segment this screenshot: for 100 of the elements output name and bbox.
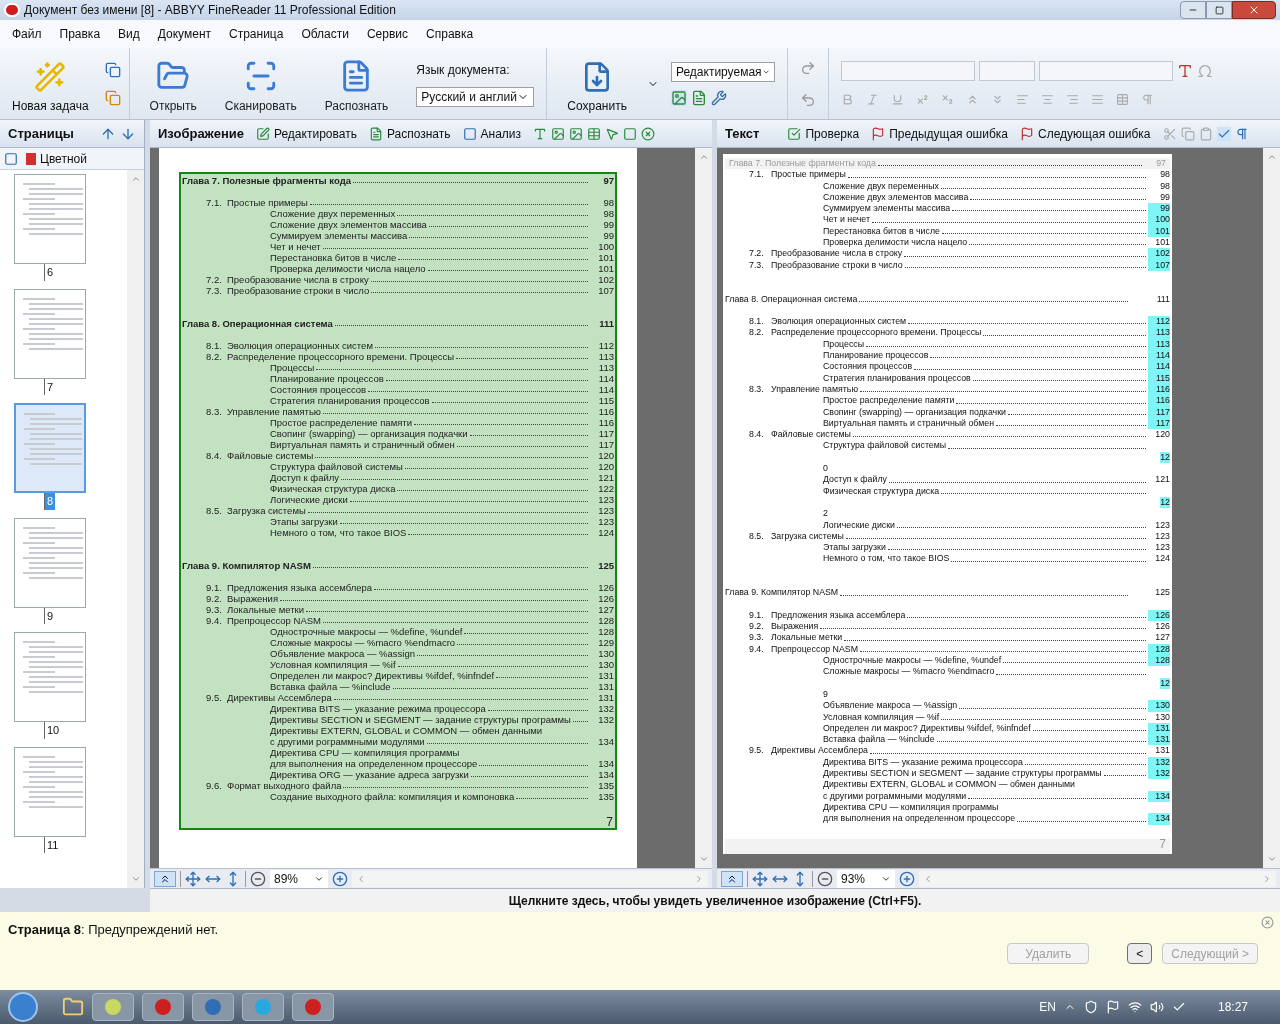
minimize-button[interactable] <box>1180 1 1206 19</box>
table-icon[interactable] <box>1115 93 1129 106</box>
taskbar-app-icon[interactable] <box>242 993 284 1021</box>
image-view-icon[interactable] <box>670 89 687 106</box>
superscript-icon[interactable] <box>915 93 929 106</box>
subsection-title: Директивы EXTERN, GLOBAL и COMMON — обмен данными <box>270 725 543 736</box>
warning-nav-button[interactable]: < <box>1127 943 1153 964</box>
page-thumbnail[interactable] <box>14 746 86 837</box>
panel-action-button[interactable]: Анализ <box>462 124 521 143</box>
open-button[interactable]: Открыть <box>141 52 205 115</box>
picture-area-icon[interactable] <box>551 126 565 141</box>
copy-icon[interactable] <box>104 61 121 78</box>
menu-item[interactable]: Сервис <box>366 25 409 43</box>
menu-item[interactable]: Страница <box>229 25 284 43</box>
paragraph-icon[interactable] <box>1234 126 1249 141</box>
page-number: 130 <box>1148 700 1170 712</box>
zoom-select[interactable]: 93% <box>837 869 895 888</box>
select-area-icon[interactable] <box>623 126 637 141</box>
menu-item[interactable]: Справка <box>426 25 474 43</box>
close-button[interactable] <box>1232 1 1276 19</box>
italic-icon[interactable] <box>865 93 879 106</box>
menu-item[interactable]: Правка <box>59 25 101 43</box>
language-select[interactable]: Русский и англий <box>416 86 535 107</box>
volume-icon[interactable] <box>1149 1000 1164 1014</box>
page-thumbnail[interactable] <box>14 174 86 264</box>
text-area-icon[interactable] <box>533 126 547 141</box>
zoom-select[interactable]: 89% <box>270 869 328 888</box>
menu-item[interactable]: Документ <box>157 25 211 43</box>
pages-icon[interactable] <box>104 89 121 106</box>
save-button[interactable]: Сохранить <box>559 52 635 115</box>
folder-icon[interactable] <box>62 996 84 1018</box>
section-number: 8.5. <box>206 505 223 516</box>
cut-icon[interactable] <box>1162 126 1177 141</box>
start-button[interactable] <box>8 992 38 1022</box>
subsection-title: Этапы загрузки <box>270 516 338 527</box>
zoom-in-icon[interactable] <box>332 870 348 887</box>
delete-area-icon[interactable] <box>641 126 655 141</box>
panel-action-button[interactable]: Предыдущая ошибка <box>871 124 1008 143</box>
subscript-icon[interactable] <box>940 93 954 106</box>
page-thumbnail[interactable] <box>14 403 86 493</box>
mode-select[interactable]: Редактируемая <box>670 61 775 82</box>
network-icon[interactable] <box>1127 1000 1142 1014</box>
collapse-button[interactable] <box>154 870 176 887</box>
zoom-hint-bar[interactable]: Щелкните здесь, чтобы увидеть увеличенное изображение (Ctrl+F5). <box>150 888 1280 912</box>
shield-icon[interactable] <box>1083 1000 1098 1014</box>
page-thumbnail[interactable] <box>14 632 86 722</box>
zoom-out-icon[interactable] <box>817 870 833 887</box>
copy-icon[interactable] <box>1180 126 1195 141</box>
page-number: 132 <box>1148 768 1170 780</box>
redo-icon[interactable] <box>799 59 816 76</box>
paste-icon[interactable] <box>1198 126 1213 141</box>
align-left-icon[interactable] <box>1015 93 1029 106</box>
panel-action-button[interactable]: Проверка <box>787 124 860 143</box>
taskbar-app-icon[interactable] <box>292 993 334 1021</box>
undo-icon[interactable] <box>799 91 816 108</box>
clock[interactable]: 18:27 <box>1217 998 1248 1016</box>
taskbar-app-icon[interactable] <box>192 993 234 1021</box>
vertical-scrollbar[interactable] <box>695 148 712 868</box>
menu-item[interactable]: Области <box>301 25 349 43</box>
justify-icon[interactable] <box>1090 93 1104 106</box>
background-area-icon[interactable] <box>569 126 583 141</box>
collapse-button[interactable] <box>721 870 743 887</box>
table-area-icon[interactable] <box>587 126 601 141</box>
text-view-icon[interactable] <box>690 89 707 106</box>
close-icon[interactable] <box>1261 916 1274 929</box>
zoom-out-icon[interactable] <box>250 870 266 887</box>
panel-action-button[interactable]: Распознать <box>368 124 451 143</box>
menu-item[interactable]: Вид <box>118 25 140 43</box>
highlight-icon[interactable] <box>1216 126 1231 141</box>
pointer-icon[interactable] <box>605 126 619 141</box>
vertical-scrollbar[interactable] <box>1263 148 1280 868</box>
language-indicator[interactable]: EN <box>1039 998 1056 1016</box>
page-view-icon[interactable] <box>4 151 18 166</box>
new-task-button[interactable]: Новая задача <box>8 52 93 115</box>
font-size-select[interactable] <box>978 61 1035 81</box>
align-right-icon[interactable] <box>1065 93 1079 106</box>
scan-button[interactable]: Сканировать <box>216 52 305 115</box>
horizontal-scrollbar[interactable] <box>352 870 708 887</box>
underline-icon[interactable] <box>890 93 904 106</box>
align-center-icon[interactable] <box>1040 93 1054 106</box>
recognition-area[interactable] <box>179 172 617 830</box>
check-icon[interactable] <box>1171 1000 1186 1014</box>
recognize-button[interactable]: Распознать <box>316 52 397 115</box>
zoom-in-icon[interactable] <box>899 870 915 887</box>
settings-icon[interactable] <box>710 89 727 106</box>
page-thumbnail[interactable] <box>14 517 86 608</box>
taskbar-app-icon[interactable] <box>142 993 184 1021</box>
flag-icon[interactable] <box>1105 1000 1120 1014</box>
text-color-icon[interactable] <box>1176 63 1193 79</box>
style-select[interactable] <box>840 61 975 81</box>
panel-action-button[interactable]: Редактировать <box>256 124 357 143</box>
maximize-button[interactable] <box>1206 1 1232 19</box>
fit-page-icon[interactable] <box>752 870 768 887</box>
vertical-scrollbar[interactable] <box>127 170 144 888</box>
panel-action-button[interactable]: Следующая ошибка <box>1020 124 1151 143</box>
menu-item[interactable]: Файл <box>12 25 42 43</box>
page-thumbnail[interactable] <box>14 288 86 379</box>
taskbar-app-icon[interactable] <box>92 993 134 1021</box>
horizontal-scrollbar[interactable] <box>919 870 1276 887</box>
fit-page-icon[interactable] <box>185 870 201 887</box>
